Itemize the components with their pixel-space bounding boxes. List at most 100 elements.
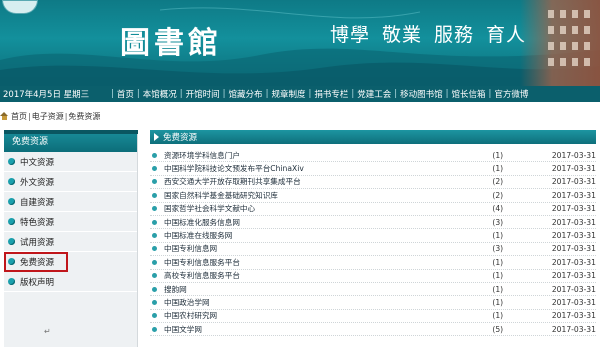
sidebar: 免费资源 中文资源 外文资源 自建资源 特色资源 试用资源 免费资源 版权声明 … xyxy=(4,130,138,347)
list-item-date: 2017-03-31 xyxy=(551,190,596,200)
resource-list-title: 免费资源 xyxy=(163,133,198,143)
sidebar-item-chinese[interactable]: 中文资源 xyxy=(4,152,137,172)
library-building-image xyxy=(520,0,600,86)
nav-separator: | xyxy=(136,89,140,99)
sidebar-item-label: 试用资源 xyxy=(20,237,55,248)
list-item-date: 2017-03-31 xyxy=(551,244,596,254)
bullet-icon xyxy=(152,152,157,158)
breadcrumb-separator: | xyxy=(28,111,31,121)
bullet-icon xyxy=(8,258,15,265)
list-item-date: 2017-03-31 xyxy=(551,311,596,321)
sidebar-item-self-built[interactable]: 自建资源 xyxy=(4,192,137,212)
sidebar-item-label: 外文资源 xyxy=(20,177,55,188)
sidebar-item-trial[interactable]: 试用资源 xyxy=(4,232,137,252)
nav-link-home[interactable]: 首页 xyxy=(117,88,134,100)
nav-link-hours[interactable]: 开馆时间 xyxy=(186,88,220,100)
bullet-icon xyxy=(152,166,157,172)
site-banner: 圖書館 博學 敬業 服務 育人 xyxy=(0,0,600,86)
list-item[interactable]: 西安交通大学开放存取期刊共享集成平台 (2) 2017-03-31 xyxy=(150,176,596,190)
nav-separator: | xyxy=(445,89,449,99)
list-item[interactable]: 国家自然科学基金基础研究知识库 (2) 2017-03-31 xyxy=(150,189,596,203)
sidebar-item-label: 自建资源 xyxy=(20,197,55,208)
nav-link-about[interactable]: 本馆概况 xyxy=(143,88,177,100)
bullet-icon xyxy=(152,206,157,212)
sidebar-item-label: 版权声明 xyxy=(20,277,55,288)
list-item-date: 2017-03-31 xyxy=(551,324,596,334)
list-item-title[interactable]: 资源环境学科信息门户 xyxy=(164,150,492,161)
nav-link-mobile-library[interactable]: 移动图书馆 xyxy=(400,88,443,100)
sidebar-item-special[interactable]: 特色资源 xyxy=(4,212,137,232)
library-motto: 博學 敬業 服務 育人 xyxy=(330,20,538,47)
bullet-icon xyxy=(152,313,157,319)
list-item-title[interactable]: 中国农村研究网 xyxy=(164,310,492,321)
list-item-title[interactable]: 中国科学院科技论文预发布平台ChinaXiv xyxy=(164,163,492,174)
list-item-date: 2017-03-31 xyxy=(551,231,596,241)
list-item-title[interactable]: 中国文学网 xyxy=(164,324,492,335)
home-icon xyxy=(0,112,9,120)
list-item[interactable]: 中国专利信息网 (3) 2017-03-31 xyxy=(150,243,596,257)
breadcrumb-electronic[interactable]: 电子资源 xyxy=(32,111,64,122)
list-item[interactable]: 高校专利信息服务平台 (1) 2017-03-31 xyxy=(150,270,596,283)
current-date: 2017年4月5日 星期三 xyxy=(3,90,90,100)
list-item-date: 2017-03-31 xyxy=(551,177,596,187)
nav-separator: | xyxy=(222,89,226,99)
nav-separator: | xyxy=(265,89,269,99)
resource-list: 资源环境学科信息门户 (1) 2017-03-31 中国科学院科技论文预发布平台Ch… xyxy=(150,149,596,337)
sidebar-item-free[interactable]: 免费资源 xyxy=(4,252,68,272)
list-item-title[interactable]: 西安交通大学开放存取期刊共享集成平台 xyxy=(164,176,492,187)
list-item[interactable]: 搜韵网 (1) 2017-03-31 xyxy=(150,283,596,297)
list-item[interactable]: 国家哲学社会科学文献中心 (4) 2017-03-31 xyxy=(150,203,596,216)
motto-word: 敬業 xyxy=(382,24,423,46)
list-item[interactable]: 中国标准在线服务网 (1) 2017-03-31 xyxy=(150,229,596,243)
list-item-title[interactable]: 中国专利信息服务平台 xyxy=(164,257,492,268)
nav-link-party-union[interactable]: 党建工会 xyxy=(357,88,391,100)
list-item-title[interactable]: 中国专利信息网 xyxy=(164,243,492,254)
nav-separator: | xyxy=(394,89,398,99)
sidebar-footer-mark: ↵ xyxy=(44,327,51,336)
list-item-count: (3) xyxy=(492,244,504,254)
bullet-icon xyxy=(152,192,157,198)
resource-list-panel: 免费资源 资源环境学科信息门户 (1) 2017-03-31 中国科学院科技论文预发… xyxy=(150,130,596,347)
list-item[interactable]: 资源环境学科信息门户 (1) 2017-03-31 xyxy=(150,149,596,163)
bullet-icon xyxy=(152,299,157,305)
breadcrumb-home[interactable]: 首页 xyxy=(11,111,27,122)
library-title: 圖書館 xyxy=(120,26,222,61)
list-item-count: (2) xyxy=(492,177,504,187)
sidebar-item-copyright[interactable]: 版权声明 xyxy=(4,272,137,292)
nav-link-collections[interactable]: 馆藏分布 xyxy=(229,88,263,100)
list-item[interactable]: 中国标准化服务信息网 (3) 2017-03-31 xyxy=(150,216,596,230)
sidebar-item-label: 特色资源 xyxy=(20,217,55,228)
list-item-title[interactable]: 搜韵网 xyxy=(164,284,492,295)
nav-separator: | xyxy=(111,89,114,99)
list-item-title[interactable]: 国家自然科学基金基础研究知识库 xyxy=(164,190,492,201)
nav-link-weibo[interactable]: 官方微博 xyxy=(494,88,528,100)
bullet-icon xyxy=(152,219,157,225)
bullet-icon xyxy=(8,278,15,285)
list-item[interactable]: 中国农村研究网 (1) 2017-03-31 xyxy=(150,310,596,324)
sidebar-item-foreign[interactable]: 外文资源 xyxy=(4,172,137,192)
nav-link-donations[interactable]: 捐书专栏 xyxy=(314,88,348,100)
list-item-date: 2017-03-31 xyxy=(551,204,596,214)
list-item[interactable]: 中国专利信息服务平台 (1) 2017-03-31 xyxy=(150,256,596,270)
nav-link-rules[interactable]: 规章制度 xyxy=(271,88,305,100)
list-item-count: (1) xyxy=(492,297,504,307)
list-item-title[interactable]: 中国标准在线服务网 xyxy=(164,230,492,241)
sidebar-item-label: 免费资源 xyxy=(20,257,55,268)
list-item[interactable]: 中国科学院科技论文预发布平台ChinaXiv (1) 2017-03-31 xyxy=(150,162,596,176)
list-item-count: (5) xyxy=(492,324,504,334)
nav-link-director-mailbox[interactable]: 馆长信箱 xyxy=(452,88,486,100)
breadcrumb: 首页 | 电子资源 | 免费资源 xyxy=(0,110,100,122)
list-item-count: (1) xyxy=(492,164,504,174)
list-item[interactable]: 中国文学网 (5) 2017-03-31 xyxy=(150,323,596,337)
list-item[interactable]: 中国政治学网 (1) 2017-03-31 xyxy=(150,296,596,310)
breadcrumb-separator: | xyxy=(64,111,68,121)
list-item-title[interactable]: 中国标准化服务信息网 xyxy=(164,217,492,228)
list-item-date: 2017-03-31 xyxy=(551,164,596,174)
list-item-title[interactable]: 中国政治学网 xyxy=(164,297,492,308)
breadcrumb-current: 免费资源 xyxy=(68,111,101,121)
sidebar-item-label: 中文资源 xyxy=(20,157,55,168)
bullet-icon xyxy=(152,273,157,279)
list-item-title[interactable]: 高校专利信息服务平台 xyxy=(164,270,492,281)
list-item-title[interactable]: 国家哲学社会科学文献中心 xyxy=(164,203,492,214)
nav-separator: | xyxy=(351,89,355,99)
